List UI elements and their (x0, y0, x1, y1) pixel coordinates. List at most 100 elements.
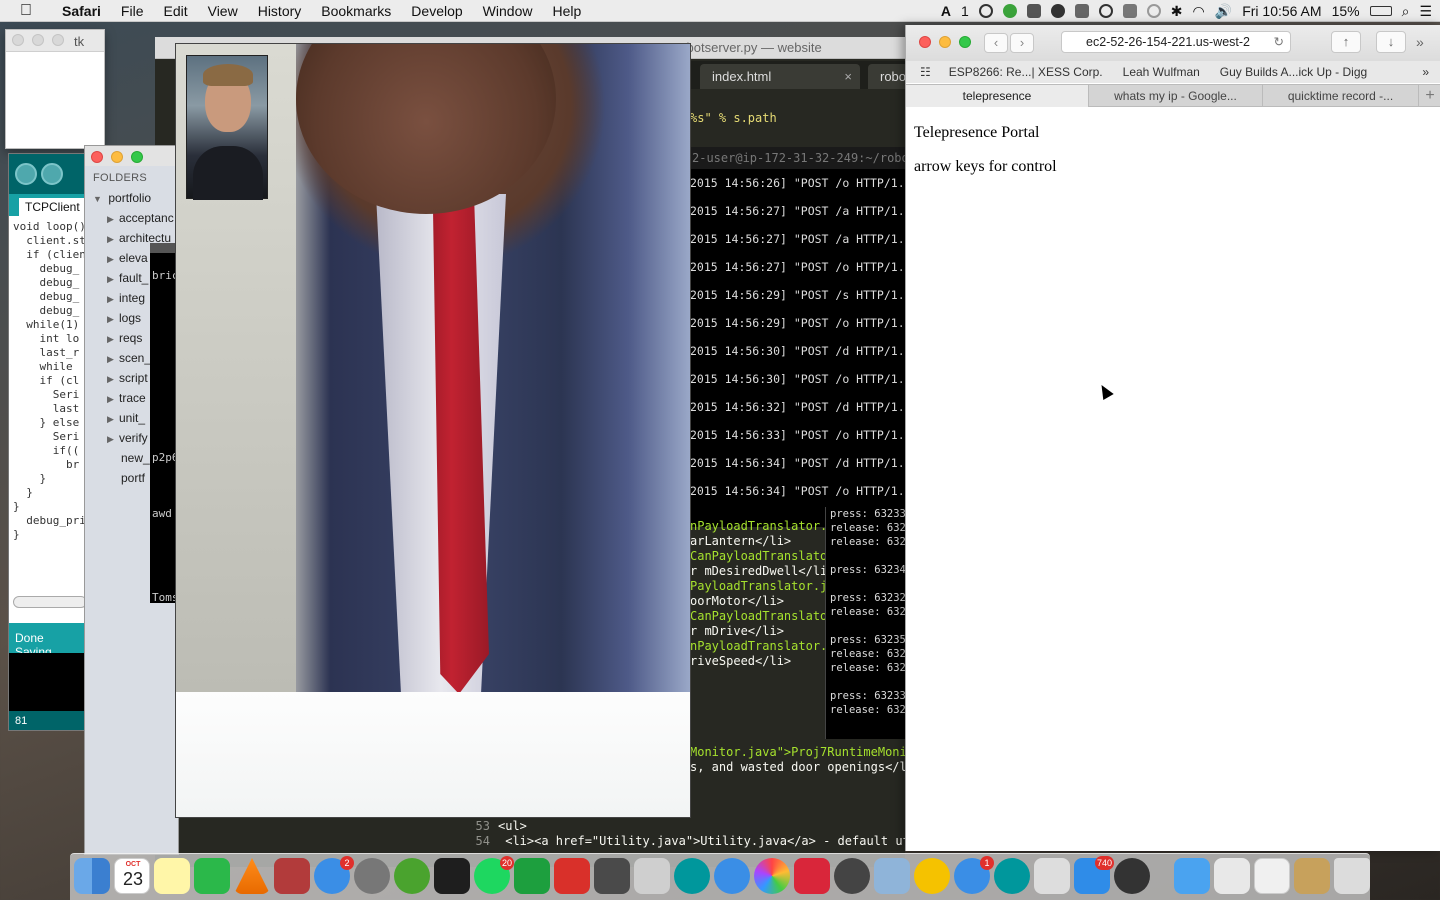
bookmark-item[interactable]: Guy Builds A...ick Up - Digg (1210, 65, 1377, 79)
new-tab-button[interactable]: + (1419, 85, 1440, 107)
forward-button[interactable]: › (1010, 33, 1034, 53)
pen-icon[interactable] (1034, 858, 1070, 894)
arduino-icon[interactable] (674, 858, 710, 894)
wifi-icon[interactable]: ◠ (1193, 3, 1205, 20)
safari-icon[interactable] (714, 858, 750, 894)
zoom-button[interactable] (131, 151, 143, 163)
menu-file[interactable]: File (111, 0, 154, 22)
menu-app-safari[interactable]: Safari (52, 0, 111, 22)
zoom-button[interactable] (52, 34, 64, 46)
spotlight-icon[interactable]: ⌕ (1402, 3, 1410, 20)
time-machine-icon[interactable] (1146, 4, 1161, 18)
photos-icon[interactable] (754, 858, 790, 894)
excel-icon[interactable] (514, 858, 550, 894)
calendar-icon[interactable]: OCT 23 (114, 858, 150, 894)
sublime-text-icon[interactable] (594, 858, 630, 894)
battery-icon[interactable] (1369, 6, 1392, 16)
terminal[interactable]: 2-user@ip-172-31-32-249:~/robot/ 2015 14… (690, 147, 905, 527)
preview-icon[interactable] (874, 858, 910, 894)
close-button[interactable] (91, 151, 103, 163)
downloads-button[interactable]: ↓ (1376, 31, 1406, 53)
self-view-pip[interactable] (186, 55, 268, 200)
disclosure-open-icon[interactable]: ▼ (93, 189, 105, 208)
finder-icon[interactable] (74, 858, 110, 894)
disclosure-closed-icon[interactable]: ▶ (107, 409, 119, 428)
system-preferences-icon[interactable] (354, 858, 390, 894)
bookmarks-overflow-icon[interactable]: » (1412, 65, 1439, 79)
tab-tcpclient[interactable]: TCPClient (19, 198, 87, 216)
documents-icon[interactable] (1254, 858, 1290, 894)
disclosure-closed-icon[interactable]: ▶ (107, 329, 119, 348)
overflow-icon[interactable]: » (1416, 34, 1424, 50)
texshop-icon[interactable] (634, 858, 670, 894)
disclosure-closed-icon[interactable]: ▶ (107, 389, 119, 408)
close-tab-icon[interactable]: × (844, 69, 852, 84)
tk-titlebar[interactable]: tk (6, 30, 104, 52)
address-bar[interactable]: ec2-52-26-154-221.us-west-2 ↻ (1061, 31, 1291, 53)
battery-percent[interactable]: 15% (1332, 3, 1360, 19)
disclosure-closed-icon[interactable]: ▶ (107, 429, 119, 448)
close-button[interactable] (12, 34, 24, 46)
back-button[interactable]: ‹ (984, 33, 1008, 53)
disclosure-closed-icon[interactable]: ▶ (107, 209, 119, 228)
disclosure-closed-icon[interactable]: ▶ (107, 369, 119, 388)
tab-index-html[interactable]: index.html × (700, 64, 860, 89)
disclosure-closed-icon[interactable]: ▶ (107, 249, 119, 268)
apple-icon[interactable]:  (20, 2, 40, 19)
close-button[interactable] (919, 36, 931, 48)
folder-portfolio[interactable]: ▼ portfolio (85, 188, 178, 208)
trash-icon[interactable] (1334, 858, 1370, 894)
spotify-icon[interactable] (1002, 4, 1017, 18)
sidebar-titlebar[interactable] (85, 146, 178, 166)
folder-icon[interactable] (1174, 858, 1210, 894)
disclosure-closed-icon[interactable]: ▶ (107, 269, 119, 288)
disclosure-closed-icon[interactable]: ▶ (107, 229, 119, 248)
tab-whats-my-ip[interactable]: whats my ip - Google... (1089, 85, 1263, 107)
terminal-icon[interactable] (434, 858, 470, 894)
timer-icon[interactable] (1098, 4, 1113, 18)
menu-develop[interactable]: Develop (401, 0, 472, 22)
verify-button[interactable] (15, 163, 37, 185)
facetime-video[interactable] (175, 43, 691, 818)
zoom-button[interactable] (959, 36, 971, 48)
activity-icon[interactable] (834, 858, 870, 894)
disclosure-closed-icon[interactable]: ▶ (107, 349, 119, 368)
notification-center-icon[interactable]: ☰ (1419, 3, 1432, 20)
show-all-bookmarks-icon[interactable]: ☷ (906, 65, 939, 79)
facetime-icon[interactable] (194, 858, 230, 894)
airplay-icon[interactable] (1122, 4, 1137, 18)
app-store-icon[interactable]: 2 (314, 856, 354, 894)
ical-icon[interactable]: 740 (1074, 856, 1114, 894)
share-button[interactable]: ↑ (1331, 31, 1361, 53)
notes-icon[interactable] (154, 858, 190, 894)
bookmark-item[interactable]: Leah Wulfman (1113, 65, 1210, 79)
disclosure-closed-icon[interactable]: ▶ (107, 309, 119, 328)
books-icon[interactable] (1294, 858, 1330, 894)
gear-icon[interactable] (1074, 4, 1089, 18)
bird-app-icon[interactable] (554, 858, 590, 894)
mendeley-icon[interactable] (794, 858, 830, 894)
tab-quicktime-record[interactable]: quicktime record -... (1263, 85, 1419, 107)
volume-icon[interactable]: 🔊 (1215, 3, 1232, 20)
asterisk-icon[interactable] (1050, 4, 1065, 18)
upload-button[interactable] (41, 163, 63, 185)
menu-bookmarks[interactable]: Bookmarks (311, 0, 401, 22)
folder-item[interactable]: ▶ acceptanc (85, 208, 178, 228)
messages-icon[interactable]: 1 (954, 856, 994, 894)
menu-help[interactable]: Help (542, 0, 591, 22)
arduino-icon-2[interactable] (994, 858, 1030, 894)
horizontal-scrollbar[interactable] (13, 596, 87, 608)
spotify-icon[interactable]: 20 (474, 856, 514, 894)
vlc-icon[interactable] (234, 858, 270, 894)
web-page[interactable]: Telepresence Portal arrow keys for contr… (906, 108, 1440, 851)
input-source-icon[interactable]: A (941, 3, 951, 19)
disclosure-closed-icon[interactable]: ▶ (107, 289, 119, 308)
menu-edit[interactable]: Edit (153, 0, 197, 22)
bookmark-item[interactable]: ESP8266: Re...| XESS Corp. (939, 65, 1113, 79)
tab-robot[interactable]: robot (868, 64, 908, 89)
arduino-code-editor[interactable]: void loop() { client.sto if (client debu… (9, 216, 87, 546)
printer-icon[interactable] (1214, 858, 1250, 894)
cyberduck-icon[interactable] (914, 858, 950, 894)
menu-history[interactable]: History (248, 0, 312, 22)
record-icon[interactable] (978, 4, 993, 18)
